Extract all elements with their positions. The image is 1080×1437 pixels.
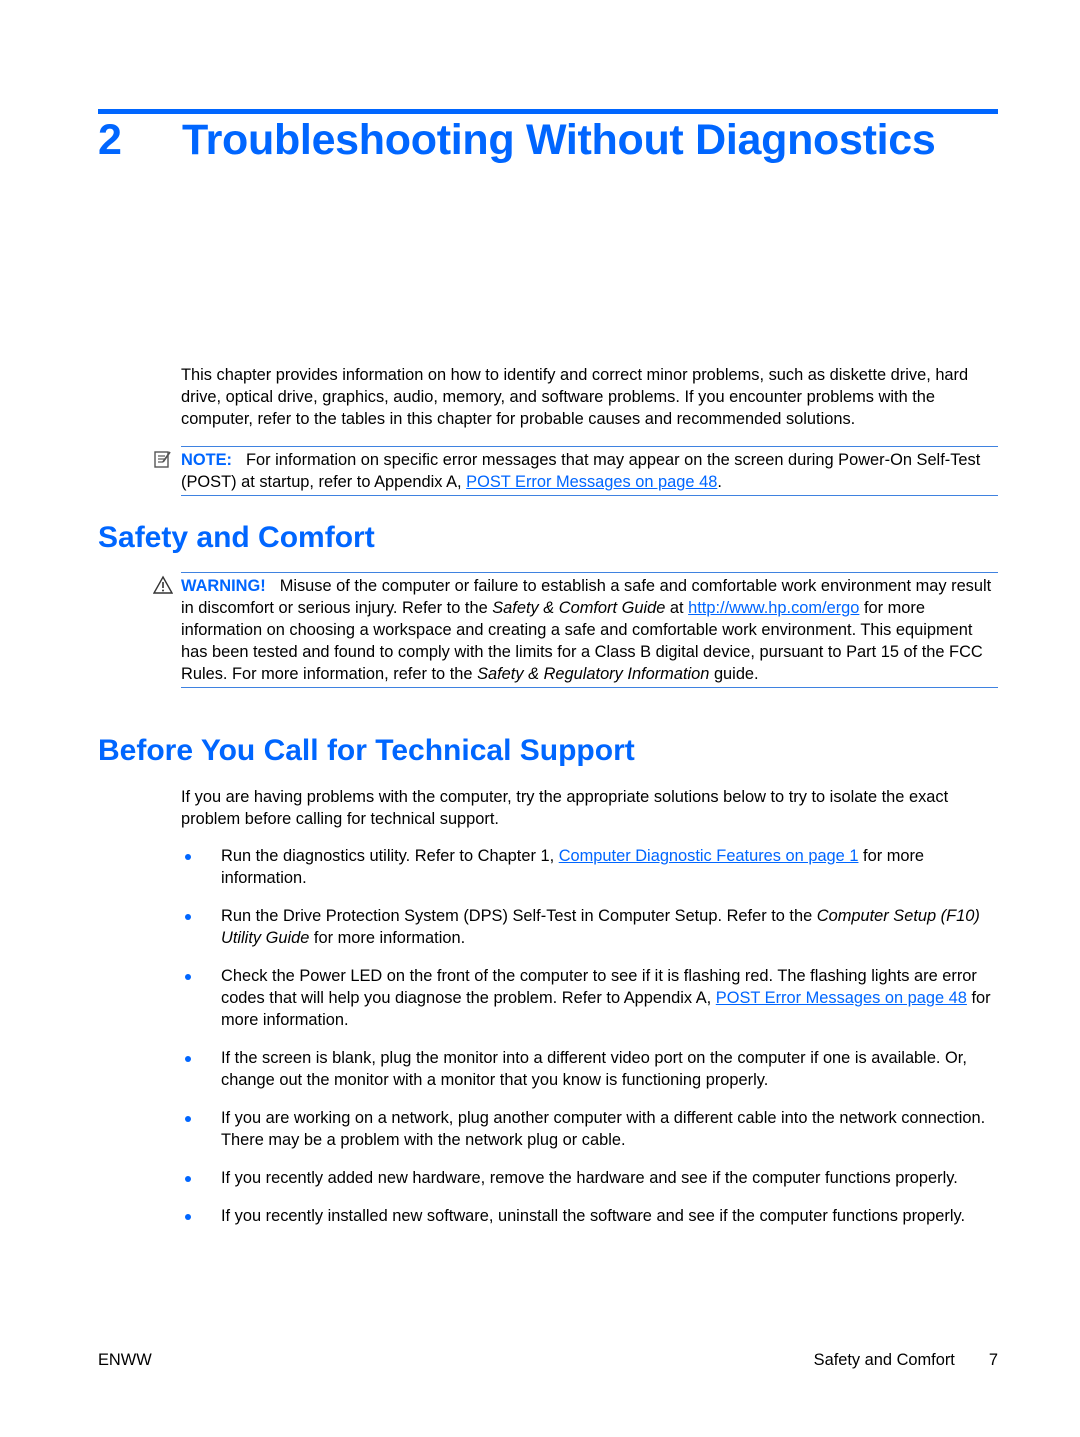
warning-text: guide. [709,665,759,683]
bullet-icon [185,1116,191,1122]
chapter-title: 2 Troubleshooting Without Diagnostics [98,116,936,165]
bullet-icon [185,1176,191,1182]
chapter-title-text: Troubleshooting Without Diagnostics [182,116,936,164]
safety-heading: Safety and Comfort [98,521,375,554]
list-item: If you are working on a network, plug an… [181,1107,1001,1151]
note-text-end: . [717,473,722,491]
bullet-icon [185,914,191,920]
note-callout: NOTE: For information on specific error m… [154,446,998,496]
list-item: Run the diagnostics utility. Refer to Ch… [181,845,1001,889]
bullet-icon [185,854,191,860]
page-number: 7 [988,1351,998,1369]
list-item: If you recently added new hardware, remo… [181,1167,1001,1189]
list-item-text: Run the Drive Protection System (DPS) Se… [221,907,817,925]
footer-right: Safety and Comfort 7 [814,1351,998,1370]
list-item: If you recently installed new software, … [181,1205,1001,1227]
warning-triangle-icon [153,575,173,594]
support-heading: Before You Call for Technical Support [98,734,635,767]
support-intro: If you are having problems with the comp… [181,788,949,828]
support-bullet-list: Run the diagnostics utility. Refer to Ch… [181,845,1001,1243]
list-item-text: If you recently installed new software, … [221,1207,966,1225]
bullet-icon [185,1214,191,1220]
note-icon [154,451,171,468]
list-item-text: for more information. [309,929,466,947]
chapter-rule [98,109,998,114]
note-label: NOTE: [181,451,232,469]
list-item-text: Run the diagnostics utility. Refer to Ch… [221,847,559,865]
bullet-icon [185,974,191,980]
hp-ergo-link[interactable]: http://www.hp.com/ergo [688,599,859,617]
list-item: If the screen is blank, plug the monitor… [181,1047,1001,1091]
footer-section: Safety and Comfort [813,1351,955,1369]
post-error-messages-link[interactable]: POST Error Messages on page 48 [716,989,967,1007]
warning-callout: WARNING! Misuse of the computer or failur… [153,572,998,688]
footer-locale: ENWW [98,1351,152,1369]
bullet-icon [185,1056,191,1062]
warning-text: at [665,599,689,617]
safety-comfort-guide-title: Safety & Comfort Guide [492,599,666,617]
computer-diagnostic-features-link[interactable]: Computer Diagnostic Features on page 1 [559,847,859,865]
list-item: Run the Drive Protection System (DPS) Se… [181,905,1001,949]
warning-label: WARNING! [181,577,266,595]
list-item: Check the Power LED on the front of the … [181,965,1001,1031]
list-item-text: If the screen is blank, plug the monitor… [221,1049,967,1089]
list-item-text: If you recently added new hardware, remo… [221,1169,958,1187]
safety-regulatory-guide-title: Safety & Regulatory Information [477,665,710,683]
intro-paragraph: This chapter provides information on how… [181,366,969,428]
post-error-messages-link[interactable]: POST Error Messages on page 48 [466,473,717,491]
chapter-number: 2 [98,116,122,164]
list-item-text: If you are working on a network, plug an… [221,1109,986,1149]
